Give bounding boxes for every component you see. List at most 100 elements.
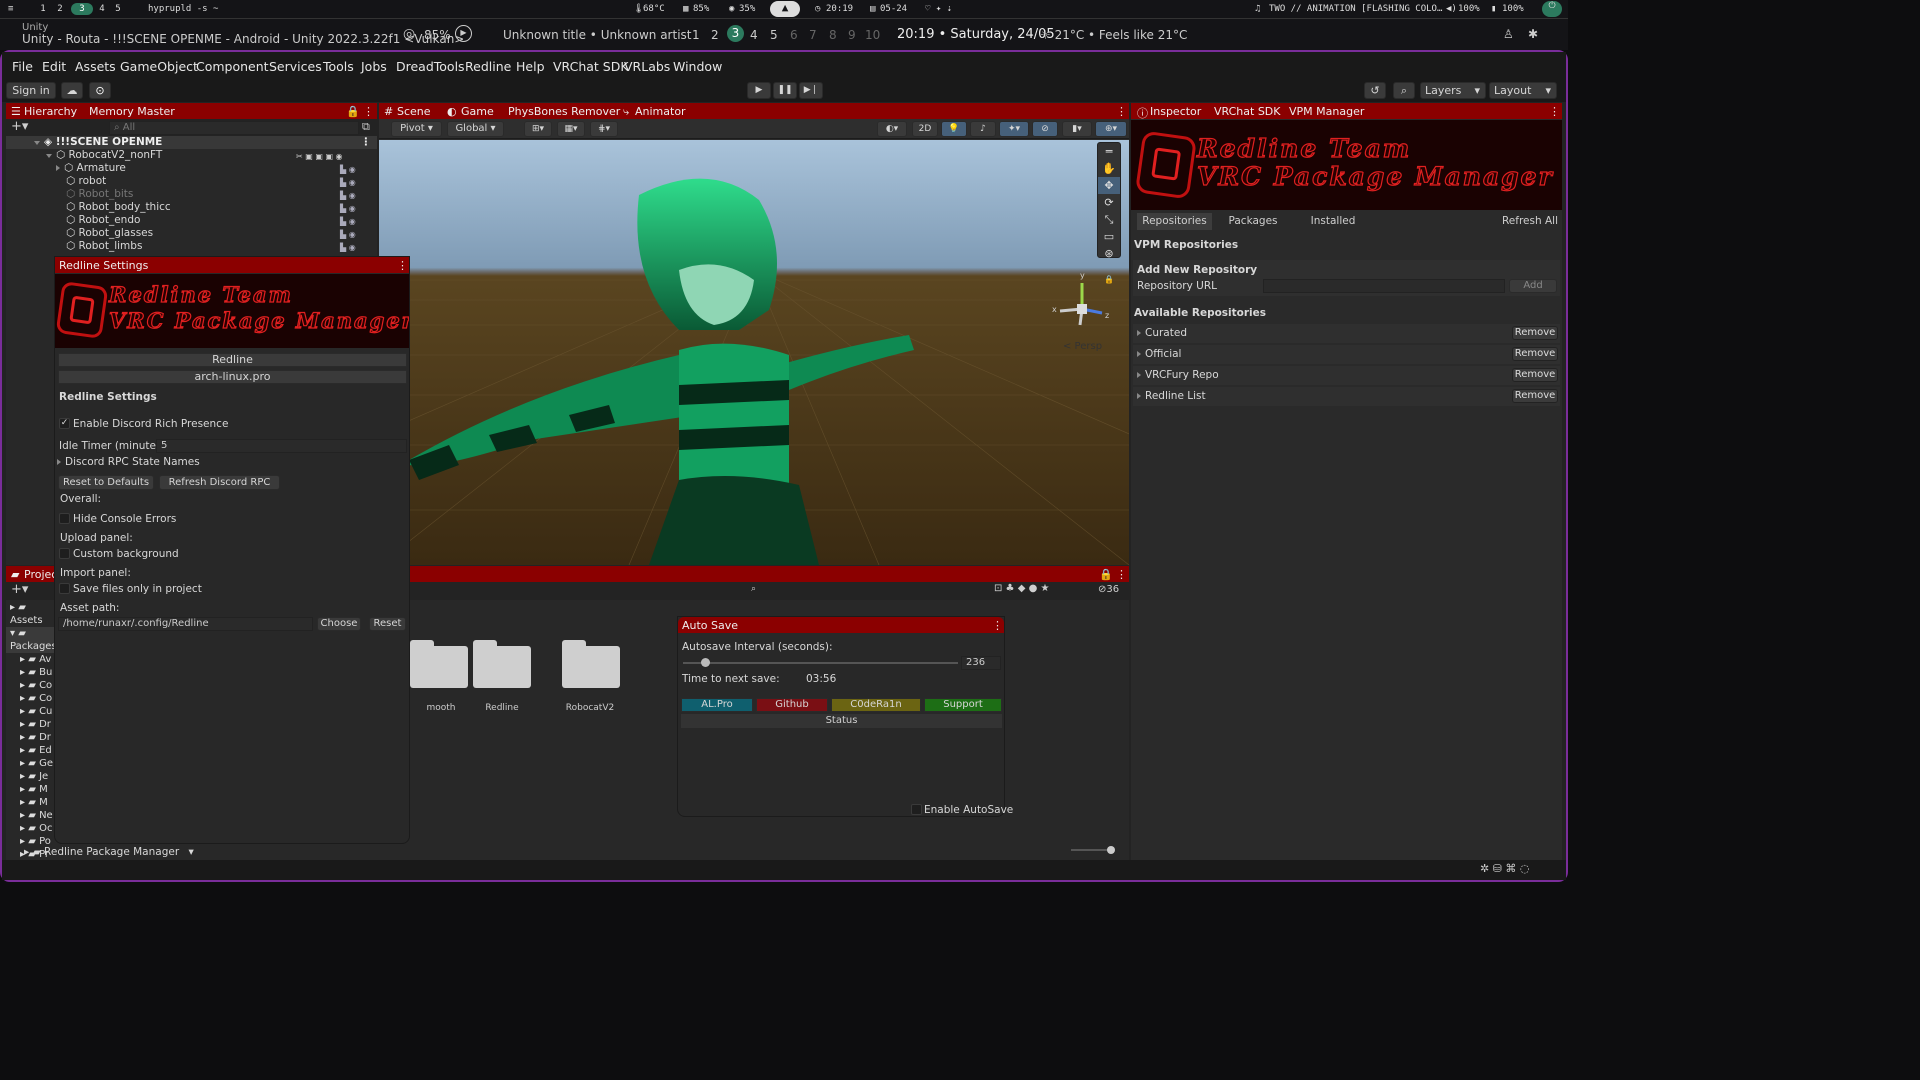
tab-inspector[interactable]: Inspector bbox=[1150, 105, 1201, 118]
menu-file[interactable]: File bbox=[12, 59, 33, 74]
save-files-checkbox[interactable] bbox=[59, 583, 70, 594]
interval-input[interactable]: 236 bbox=[961, 656, 1001, 670]
hand-tool-icon[interactable]: ✋ bbox=[1098, 160, 1120, 177]
rpc-foldout[interactable]: Discord RPC State Names bbox=[57, 456, 200, 468]
folder-icon[interactable] bbox=[410, 638, 468, 688]
lock-icon[interactable]: 🔒 bbox=[1099, 568, 1113, 581]
add-icon[interactable]: +▾ bbox=[11, 582, 28, 597]
workspace-2[interactable]: 2 bbox=[53, 3, 67, 15]
tree-item[interactable]: ▸ ▰ Co bbox=[6, 679, 58, 692]
music-title[interactable]: TWO // ANIMATION [FLASHING COLO… bbox=[1269, 4, 1442, 14]
remove-button[interactable]: Remove bbox=[1512, 368, 1558, 382]
effects-icon[interactable]: ✦▾ bbox=[999, 121, 1029, 137]
tree-item[interactable]: ▸ ▰ Cu bbox=[6, 705, 58, 718]
more-icon[interactable]: ⋮ bbox=[361, 136, 372, 148]
grid-icon[interactable]: ▦▾ bbox=[557, 121, 585, 137]
more-icon[interactable]: ⋮ bbox=[397, 259, 408, 272]
lock-icon[interactable]: 🔒 bbox=[346, 105, 360, 118]
menu-edit[interactable]: Edit bbox=[42, 59, 66, 74]
menu-redline[interactable]: Redline bbox=[465, 59, 511, 74]
expand-icon[interactable] bbox=[57, 459, 61, 465]
sign-in-button[interactable]: Sign in bbox=[6, 82, 56, 99]
expand-icon[interactable] bbox=[34, 141, 40, 145]
more-icon[interactable]: ⋮ bbox=[992, 619, 1003, 632]
hierarchy-item[interactable]: ⬡ robot bbox=[66, 175, 106, 187]
expand-icon[interactable] bbox=[46, 154, 52, 158]
tree-item[interactable]: ▸ ▰ M bbox=[6, 783, 58, 796]
user-icon[interactable]: ♙ bbox=[1503, 27, 1514, 41]
ws2-7[interactable]: 7 bbox=[809, 28, 817, 42]
zoom-slider-handle[interactable] bbox=[1107, 846, 1115, 854]
play-media-icon[interactable]: ▶ bbox=[455, 25, 472, 42]
tree-item[interactable]: ▸ ▰ Co bbox=[6, 692, 58, 705]
hierarchy-item[interactable]: ⬡ Robot_endo bbox=[66, 214, 140, 226]
tree-item[interactable]: ▸ ▰ M bbox=[6, 796, 58, 809]
menu-vrchat-sdk[interactable]: VRChat SDK bbox=[553, 59, 629, 74]
grid-snap-icon[interactable]: ⊞▾ bbox=[524, 121, 552, 137]
mode-2d-button[interactable]: 2D bbox=[912, 121, 938, 137]
repo-url-input[interactable] bbox=[1263, 279, 1505, 293]
ws2-1[interactable]: 1 bbox=[692, 28, 700, 42]
more-icon[interactable]: ⋮ bbox=[1116, 568, 1127, 581]
overlay-handle-icon[interactable]: ═ bbox=[1098, 143, 1120, 160]
menu-vrlabs[interactable]: VRLabs bbox=[624, 59, 670, 74]
expand-icon[interactable] bbox=[1137, 393, 1141, 399]
hierarchy-item[interactable]: ⬡ Robot_body_thicc bbox=[66, 201, 171, 213]
menu-help[interactable]: Help bbox=[516, 59, 545, 74]
ws2-3-active[interactable]: 3 bbox=[727, 25, 744, 42]
history-icon[interactable]: ↺ bbox=[1364, 82, 1386, 99]
transform-tool-icon[interactable]: ⊛ bbox=[1098, 245, 1120, 262]
menu-dreadtools[interactable]: DreadTools bbox=[396, 59, 465, 74]
enable-autosave-checkbox[interactable] bbox=[911, 804, 922, 815]
hierarchy-item-disabled[interactable]: ⬡ Robot_bits bbox=[66, 188, 133, 200]
tray-icons[interactable]: ♡ ✦ ⇣ bbox=[925, 4, 952, 14]
lighting-icon[interactable]: 💡 bbox=[941, 121, 967, 137]
subtab-installed[interactable]: Installed bbox=[1297, 213, 1369, 230]
arch-logo-icon[interactable]: ▲ bbox=[770, 1, 800, 17]
expand-icon[interactable] bbox=[1137, 351, 1141, 357]
coderain-button[interactable]: C0deRa1n bbox=[831, 698, 921, 712]
tree-item[interactable]: ▸ ▰ Av bbox=[6, 653, 58, 666]
repo-name[interactable]: Official bbox=[1137, 348, 1181, 360]
menu-tools[interactable]: Tools bbox=[323, 59, 354, 74]
global-dropdown[interactable]: Global ▾ bbox=[447, 121, 504, 137]
tree-item[interactable]: ▸ ▰ Ed bbox=[6, 744, 58, 757]
arch-linux-link-button[interactable]: arch-linux.pro bbox=[58, 370, 407, 384]
hidden-count[interactable]: ⊘36 bbox=[1098, 584, 1119, 595]
gizmos-icon[interactable]: ⊕▾ bbox=[1095, 121, 1127, 137]
tab-memory-master[interactable]: Memory Master bbox=[89, 105, 175, 118]
remove-button[interactable]: Remove bbox=[1512, 347, 1558, 361]
scene-viewport[interactable]: ═ ✋ ✥ ⟳ ⤡ ▭ ⊛ y x z 🔒 < Persp bbox=[379, 140, 1129, 565]
repo-name[interactable]: VRCFury Repo bbox=[1137, 369, 1219, 381]
remove-button[interactable]: Remove bbox=[1512, 326, 1558, 340]
reset-defaults-button[interactable]: Reset to Defaults bbox=[58, 475, 154, 490]
subtab-repositories[interactable]: Repositories bbox=[1137, 213, 1212, 230]
tree-item[interactable]: ▸ ▰ Oc bbox=[6, 822, 58, 835]
remove-button[interactable]: Remove bbox=[1512, 389, 1558, 403]
ws2-4[interactable]: 4 bbox=[750, 28, 758, 42]
root-object-row[interactable]: ⬡ RobocatV2_nonFT bbox=[46, 149, 162, 161]
add-icon[interactable]: +▾ bbox=[11, 119, 28, 134]
workspace-4[interactable]: 4 bbox=[95, 3, 109, 15]
choose-button[interactable]: Choose bbox=[317, 617, 361, 631]
refresh-discord-button[interactable]: Refresh Discord RPC bbox=[159, 475, 280, 490]
layers-dropdown[interactable]: Layers ▾ bbox=[1420, 82, 1486, 99]
support-button[interactable]: Support bbox=[924, 698, 1002, 712]
tab-animator[interactable]: Animator bbox=[635, 105, 686, 118]
step-button[interactable]: ▶❘ bbox=[799, 82, 823, 99]
tree-item-redline-package-manager[interactable]: ▸ ▰ Redline Package Manager ▾ bbox=[24, 846, 194, 858]
more-icon[interactable]: ⋮ bbox=[1116, 105, 1127, 118]
more-icon[interactable]: ⋮ bbox=[363, 105, 374, 118]
lock-icon[interactable]: 🔒 bbox=[1104, 275, 1114, 284]
redline-link-button[interactable]: Redline bbox=[58, 353, 407, 367]
repo-row[interactable]: Official Remove bbox=[1133, 345, 1560, 364]
subtab-packages[interactable]: Packages bbox=[1217, 213, 1289, 230]
repo-row[interactable]: Curated Remove bbox=[1133, 324, 1560, 343]
pause-button[interactable]: ❚❚ bbox=[773, 82, 797, 99]
ws2-6[interactable]: 6 bbox=[790, 28, 798, 42]
discord-presence-checkbox[interactable]: ✓ bbox=[59, 418, 70, 429]
menu-window[interactable]: Window bbox=[673, 59, 722, 74]
folder-icon[interactable] bbox=[562, 638, 620, 688]
hierarchy-item[interactable]: ⬡ Armature bbox=[56, 162, 126, 174]
scale-tool-icon[interactable]: ⤡ bbox=[1098, 211, 1120, 228]
